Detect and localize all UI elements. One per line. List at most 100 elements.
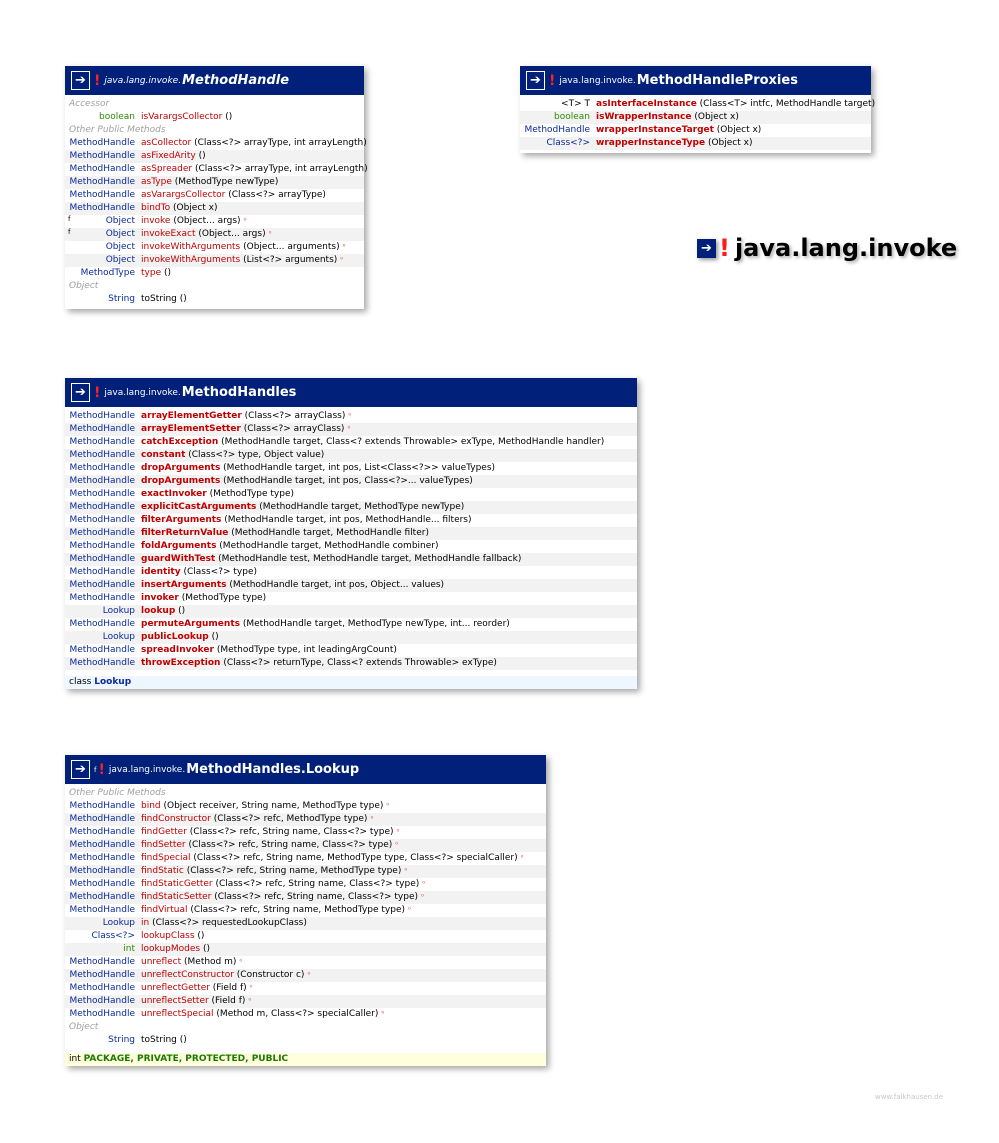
member-row[interactable]: MethodHandle asSpreader (Class<?> arrayTy…: [65, 163, 368, 176]
method-name[interactable]: findGetter: [141, 827, 187, 837]
method-name[interactable]: findVirtual: [141, 905, 188, 915]
member-row[interactable]: MethodHandle foldArguments (MethodHandle …: [65, 540, 637, 553]
method-name[interactable]: unreflectConstructor: [141, 970, 234, 980]
method-name[interactable]: toString: [141, 1035, 177, 1045]
method-name[interactable]: type: [141, 268, 161, 278]
member-row[interactable]: Lookup lookup (): [65, 605, 637, 618]
method-name[interactable]: asType: [141, 177, 172, 187]
method-name[interactable]: arrayElementSetter: [141, 424, 241, 434]
method-name[interactable]: asInterfaceInstance: [596, 99, 697, 109]
method-name[interactable]: dropArguments: [141, 463, 220, 473]
method-name[interactable]: unreflectGetter: [141, 983, 210, 993]
member-row[interactable]: MethodHandle wrapperInstanceTarget (Objec…: [520, 124, 871, 137]
member-row[interactable]: MethodHandle findVirtual (Class<?> refc, …: [65, 904, 546, 917]
member-row[interactable]: MethodHandle dropArguments (MethodHandle …: [65, 462, 637, 475]
member-row[interactable]: MethodHandle constant (Class<?> type, Obj…: [65, 449, 637, 462]
member-row[interactable]: <T> T asInterfaceInstance (Class<T> intfc…: [520, 98, 875, 111]
member-row[interactable]: MethodHandle asType (MethodType newType): [65, 176, 364, 189]
member-row[interactable]: MethodHandle findSpecial (Class<?> refc, …: [65, 852, 546, 865]
method-name[interactable]: findStaticSetter: [141, 892, 211, 902]
class-header[interactable]: ➔ f! java.lang.invoke. MethodHandles.Lookup: [65, 755, 546, 784]
member-row[interactable]: MethodHandle identity (Class<?> type): [65, 566, 637, 579]
member-row[interactable]: String toString (): [65, 293, 364, 306]
method-name[interactable]: invoker: [141, 593, 179, 603]
member-row[interactable]: f Object invokeExact (Object... args) ⁰: [65, 228, 364, 241]
member-row[interactable]: Class<?> wrapperInstanceType (Object x): [520, 137, 871, 150]
member-row[interactable]: MethodHandle findStaticGetter (Class<?> r…: [65, 878, 546, 891]
method-name[interactable]: exactInvoker: [141, 489, 207, 499]
method-name[interactable]: arrayElementGetter: [141, 411, 242, 421]
method-name[interactable]: explicitCastArguments: [141, 502, 256, 512]
method-name[interactable]: lookup: [141, 606, 175, 616]
member-row[interactable]: MethodHandle throwException (Class<?> ret…: [65, 657, 637, 670]
method-name[interactable]: throwException: [141, 658, 220, 668]
method-name[interactable]: invokeWithArguments: [141, 242, 240, 252]
member-row[interactable]: MethodHandle unreflectSpecial (Method m, …: [65, 1008, 546, 1021]
member-row[interactable]: Class<?> lookupClass (): [65, 930, 546, 943]
method-name[interactable]: wrapperInstanceType: [596, 138, 705, 148]
member-row[interactable]: boolean isWrapperInstance (Object x): [520, 111, 871, 124]
member-row[interactable]: MethodHandle bind (Object receiver, Strin…: [65, 800, 546, 813]
method-name[interactable]: findStatic: [141, 866, 184, 876]
method-name[interactable]: unreflectSetter: [141, 996, 209, 1006]
method-name[interactable]: bindTo: [141, 203, 170, 213]
member-row[interactable]: MethodHandle spreadInvoker (MethodType ty…: [65, 644, 637, 657]
member-row[interactable]: MethodHandle explicitCastArguments (Metho…: [65, 501, 637, 514]
member-row[interactable]: MethodHandle exactInvoker (MethodType typ…: [65, 488, 637, 501]
footer-value[interactable]: Lookup: [94, 677, 131, 687]
method-name[interactable]: filterReturnValue: [141, 528, 228, 538]
member-row[interactable]: MethodHandle guardWithTest (MethodHandle …: [65, 553, 637, 566]
method-name[interactable]: findSpecial: [141, 853, 191, 863]
member-row[interactable]: MethodHandle filterReturnValue (MethodHan…: [65, 527, 637, 540]
method-name[interactable]: permuteArguments: [141, 619, 240, 629]
method-name[interactable]: filterArguments: [141, 515, 221, 525]
method-name[interactable]: invoke: [141, 216, 170, 226]
class-header[interactable]: ➔! java.lang.invoke. MethodHandle: [65, 66, 364, 95]
member-row[interactable]: Object invokeWithArguments (List<?> argum…: [65, 254, 364, 267]
method-name[interactable]: dropArguments: [141, 476, 220, 486]
method-name[interactable]: guardWithTest: [141, 554, 215, 564]
member-row[interactable]: String toString (): [65, 1034, 546, 1047]
member-row[interactable]: MethodHandle arrayElementSetter (Class<?>…: [65, 423, 637, 436]
method-name[interactable]: asSpreader: [141, 164, 192, 174]
method-name[interactable]: publicLookup: [141, 632, 209, 642]
member-row[interactable]: MethodHandle findSetter (Class<?> refc, S…: [65, 839, 546, 852]
method-name[interactable]: toString: [141, 294, 177, 304]
member-row[interactable]: MethodHandle dropArguments (MethodHandle …: [65, 475, 637, 488]
member-row[interactable]: MethodHandle asVarargsCollector (Class<?>…: [65, 189, 364, 202]
member-row[interactable]: MethodHandle findStatic (Class<?> refc, S…: [65, 865, 546, 878]
method-name[interactable]: unreflectSpecial: [141, 1009, 214, 1019]
member-row[interactable]: MethodHandle unreflectConstructor (Constr…: [65, 969, 546, 982]
method-name[interactable]: spreadInvoker: [141, 645, 214, 655]
method-name[interactable]: findStaticGetter: [141, 879, 213, 889]
member-row[interactable]: MethodHandle bindTo (Object x): [65, 202, 364, 215]
member-row[interactable]: f Object invoke (Object... args) ⁰: [65, 215, 364, 228]
member-row[interactable]: MethodHandle unreflect (Method m) ⁰: [65, 956, 546, 969]
member-row[interactable]: MethodHandle unreflectSetter (Field f) ⁰: [65, 995, 546, 1008]
method-name[interactable]: identity: [141, 567, 181, 577]
method-name[interactable]: isWrapperInstance: [596, 112, 691, 122]
method-name[interactable]: asFixedArity: [141, 151, 196, 161]
member-row[interactable]: Lookup in (Class<?> requestedLookupClass): [65, 917, 546, 930]
member-row[interactable]: MethodHandle catchException (MethodHandle…: [65, 436, 637, 449]
method-name[interactable]: findConstructor: [141, 814, 211, 824]
member-row[interactable]: MethodHandle arrayElementGetter (Class<?>…: [65, 410, 637, 423]
member-row[interactable]: Lookup publicLookup (): [65, 631, 637, 644]
method-name[interactable]: invokeWithArguments: [141, 255, 240, 265]
method-name[interactable]: catchException: [141, 437, 218, 447]
member-row[interactable]: MethodHandle unreflectGetter (Field f) ⁰: [65, 982, 546, 995]
member-row[interactable]: MethodHandle insertArguments (MethodHandl…: [65, 579, 637, 592]
method-name[interactable]: foldArguments: [141, 541, 216, 551]
method-name[interactable]: asVarargsCollector: [141, 190, 225, 200]
member-row[interactable]: MethodHandle invoker (MethodType type): [65, 592, 637, 605]
class-header[interactable]: ➔! java.lang.invoke. MethodHandleProxies: [520, 66, 871, 95]
method-name[interactable]: invokeExact: [141, 229, 195, 239]
footer-value[interactable]: PACKAGE, PRIVATE, PROTECTED, PUBLIC: [84, 1054, 289, 1064]
member-row[interactable]: MethodType type (): [65, 267, 364, 280]
member-row[interactable]: MethodHandle findStaticSetter (Class<?> r…: [65, 891, 546, 904]
method-name[interactable]: lookupClass: [141, 931, 195, 941]
method-name[interactable]: asCollector: [141, 138, 191, 148]
member-row[interactable]: MethodHandle asCollector (Class<?> arrayT…: [65, 137, 367, 150]
method-name[interactable]: insertArguments: [141, 580, 227, 590]
method-name[interactable]: lookupModes: [141, 944, 200, 954]
